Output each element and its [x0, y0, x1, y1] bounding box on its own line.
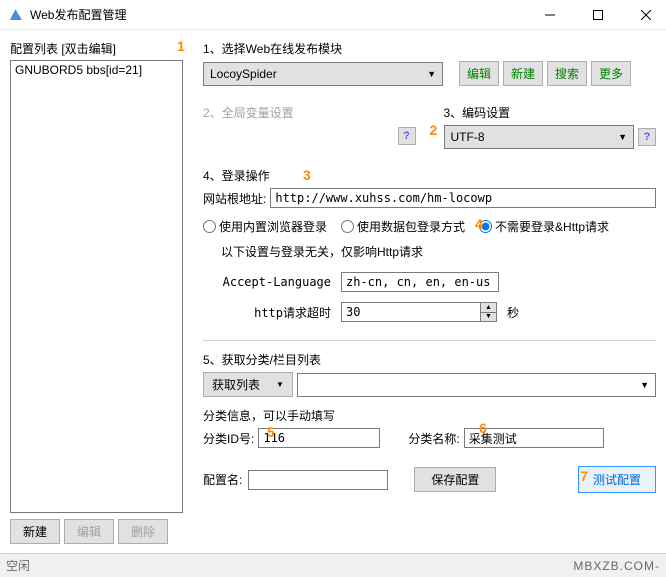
seconds-label: 秒: [507, 304, 519, 321]
root-url-label: 网站根地址:: [203, 190, 266, 207]
spin-up[interactable]: ▲: [481, 303, 496, 313]
list-item[interactable]: GNUBORD5 bbs[id=21]: [15, 63, 178, 77]
cat-id-input[interactable]: [258, 428, 380, 448]
help-icon[interactable]: [638, 128, 656, 146]
module-more-button[interactable]: 更多: [591, 61, 631, 86]
accept-lang-input[interactable]: [341, 272, 499, 292]
module-new-button[interactable]: 新建: [503, 61, 543, 86]
test-config-button[interactable]: 测试配置: [578, 466, 656, 493]
divider: [203, 340, 656, 341]
app-icon: [8, 7, 24, 23]
config-name-input[interactable]: [248, 470, 388, 490]
badge-5: 5: [267, 424, 275, 440]
config-list-label: 配置列表 [双击编辑]: [10, 40, 183, 57]
module-edit-button[interactable]: 编辑: [459, 61, 499, 86]
badge-3: 3: [303, 167, 311, 183]
chevron-down-icon: ▼: [276, 380, 284, 389]
http-hint: 以下设置与登录无关，仅影响Http请求: [221, 243, 656, 260]
sec3-title: 3、编码设置: [444, 104, 657, 121]
help-icon[interactable]: [398, 127, 416, 145]
radio-nologin[interactable]: 不需要登录&Http请求: [479, 218, 609, 235]
sec4-title: 4、登录操作: [203, 167, 656, 184]
watermark: MBXZB.COM-: [573, 559, 660, 573]
save-config-button[interactable]: 保存配置: [414, 467, 496, 492]
sec2-title: 2、全局变量设置: [203, 104, 416, 121]
cat-hint: 分类信息，可以手动填写: [203, 407, 656, 424]
close-button[interactable]: [634, 3, 658, 27]
config-name-label: 配置名:: [203, 471, 242, 488]
radio-packet[interactable]: 使用数据包登录方式: [341, 218, 465, 235]
timeout-label: http请求超时: [221, 304, 331, 321]
badge-6: 6: [479, 420, 487, 436]
config-listbox[interactable]: GNUBORD5 bbs[id=21]: [10, 60, 183, 513]
chevron-down-icon: ▼: [618, 132, 627, 142]
minimize-button[interactable]: [538, 3, 562, 27]
new-config-button[interactable]: 新建: [10, 519, 60, 544]
badge-1: 1: [177, 38, 185, 54]
get-list-button[interactable]: 获取列表▼: [203, 372, 293, 397]
module-select[interactable]: LocoySpider▼: [203, 62, 443, 86]
module-search-button[interactable]: 搜索: [547, 61, 587, 86]
radio-builtin[interactable]: 使用内置浏览器登录: [203, 218, 327, 235]
accept-lang-label: Accept-Language: [221, 275, 331, 289]
timeout-spinner[interactable]: 30 ▲▼: [341, 302, 497, 322]
sec5-title: 5、获取分类/栏目列表: [203, 351, 656, 368]
delete-config-button: 删除: [118, 519, 168, 544]
status-text: 空闲: [6, 557, 30, 574]
edit-config-button: 编辑: [64, 519, 114, 544]
encoding-select[interactable]: UTF-8▼: [444, 125, 635, 149]
badge-2: 2: [430, 122, 438, 138]
maximize-button[interactable]: [586, 3, 610, 27]
chevron-down-icon: ▼: [427, 69, 436, 79]
category-select[interactable]: ▼: [297, 373, 656, 397]
cat-name-label: 分类名称:: [408, 430, 459, 447]
badge-4: 4: [475, 216, 483, 232]
chevron-down-icon: ▼: [640, 380, 649, 390]
window-title: Web发布配置管理: [30, 6, 538, 23]
badge-7: 7: [580, 468, 588, 484]
sec1-title: 1、选择Web在线发布模块: [203, 40, 656, 57]
cat-id-label: 分类ID号:: [203, 430, 254, 447]
spin-down[interactable]: ▼: [481, 313, 496, 322]
root-url-input[interactable]: [270, 188, 656, 208]
